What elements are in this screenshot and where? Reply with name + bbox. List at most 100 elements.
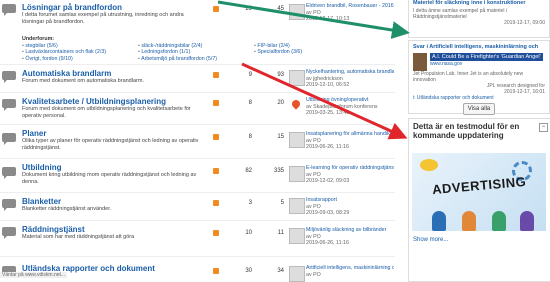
collapse-icon[interactable]: − xyxy=(539,123,548,132)
article-quote[interactable]: A.I. Could Be a Firefighter's 'Guardian … xyxy=(430,52,543,61)
forum-title[interactable]: Kvalitetsarbete / Utbildningsplanering xyxy=(22,97,166,106)
last-post-date: 2019-09-03, 08:29 xyxy=(306,210,350,216)
last-post: Miljövänlig släckning av bilbränder av P… xyxy=(306,227,394,247)
forum-row: Utbildning Dokument kring utbildning mom… xyxy=(0,160,395,193)
subforum-link[interactable]: Arbetsmiljö på brandfordon (5/7) xyxy=(138,56,248,63)
forum-bubble-icon xyxy=(2,71,16,83)
last-post-title[interactable]: Miljövänlig släckning av bilbränder xyxy=(306,227,394,234)
topics-count: 3 xyxy=(248,200,252,206)
last-post-title[interactable]: Nyckelhantering, automatiska brandlarm xyxy=(306,69,394,76)
forum-bubble-icon xyxy=(2,99,16,111)
forum-title[interactable]: Utbildning xyxy=(22,163,62,172)
last-post-thumbnail[interactable] xyxy=(289,4,305,20)
last-post-date: 2019-12-02, 09:03 xyxy=(306,178,350,184)
forum-description: Forum med dokument om automatiska brandl… xyxy=(22,78,144,84)
posts-count: 45 xyxy=(277,6,284,12)
last-post-title[interactable]: E-learning för operativ räddningstjänst xyxy=(306,165,394,172)
last-post-date: 2019-06-26, 11:16 xyxy=(306,240,349,246)
article-description: Jet Propulsion Lab. Inner Jet is an abso… xyxy=(413,70,524,83)
topics-count: 8 xyxy=(248,100,252,106)
person-figure xyxy=(462,211,476,231)
last-post-title[interactable]: Eldriven brandbil, Rosenbauer - 2016 xyxy=(306,3,394,10)
forum-title[interactable]: Blanketter xyxy=(22,197,61,206)
forum-row: Planer Olika typer av planer för operati… xyxy=(0,126,395,159)
recent-reply-title[interactable]: Svar i Artificiell intelligens, maskinin… xyxy=(413,44,545,51)
topics-count: 30 xyxy=(245,268,252,274)
person-figure xyxy=(432,211,446,231)
forum-row: Automatiska brandlarm Forum med dokument… xyxy=(0,66,395,93)
topics-count: 9 xyxy=(248,72,252,78)
status-bar: Väntar på www.vdiskm.net... xyxy=(0,272,68,278)
article-thumbnail[interactable] xyxy=(413,52,427,71)
recent-reply-forum[interactable]: i: Utländska rapporter och dokument xyxy=(413,95,545,101)
forum-bubble-icon xyxy=(2,167,16,179)
advertising-word: ADVERTISING xyxy=(431,173,527,198)
rss-icon[interactable] xyxy=(213,100,219,106)
location-pin-icon[interactable] xyxy=(290,98,302,110)
last-post-date: 2019-03-25, 13:48 xyxy=(306,110,350,116)
last-post-title[interactable]: Artificiell intelligens, maskininlärning… xyxy=(306,265,394,272)
forum-description: Olika typer av planer för operativ räddn… xyxy=(22,138,199,151)
forum-title[interactable]: Lösningar på brandfordon xyxy=(22,3,122,12)
rss-icon[interactable] xyxy=(213,230,219,236)
last-post: Utbildning övning/operativt av Skadeplat… xyxy=(306,97,394,117)
advertising-image[interactable]: ADVERTISING xyxy=(412,153,546,231)
last-post-date: 2019-12-17, 10:13 xyxy=(306,16,350,22)
topics-count: 8 xyxy=(248,134,252,140)
test-module-box: Detta är en testmodul för en kommande up… xyxy=(408,118,550,282)
posts-count: 15 xyxy=(277,134,284,140)
forum-title[interactable]: Planer xyxy=(22,129,46,138)
rss-icon[interactable] xyxy=(213,134,219,140)
posts-count: 5 xyxy=(280,200,284,206)
last-post: Insatsplanering för allmänna handikappad… xyxy=(306,131,394,151)
posts-count: 335 xyxy=(273,168,284,174)
person-figure xyxy=(520,211,534,231)
rss-icon[interactable] xyxy=(213,268,219,274)
subforum-link[interactable]: Specialfordon (3/6) xyxy=(254,49,344,56)
posts-count: 20 xyxy=(277,100,284,106)
right-sidebar: Materiel för släckning inne i konstrukti… xyxy=(408,0,550,282)
show-all-button[interactable]: Visa alla xyxy=(462,102,496,115)
recent-item-date: 2019-12-17, 09:00 xyxy=(504,19,545,26)
last-post-thumbnail[interactable] xyxy=(289,132,305,148)
rss-icon[interactable] xyxy=(213,72,219,78)
forum-description: Blanketter räddningstjänst använder. xyxy=(22,206,112,212)
forum-row: Blanketter Blanketter räddningstjänst an… xyxy=(0,194,395,221)
subforum-list: Underforum: stegbilar (5/6) släck-/räddn… xyxy=(22,36,302,63)
recent-item-title[interactable]: Materiel för släckning inne i konstrukti… xyxy=(413,0,545,7)
recent-item-description: I detta ämne samlas exempel på materiel … xyxy=(413,7,507,20)
posts-count: 34 xyxy=(277,268,284,274)
topics-count: 82 xyxy=(245,168,252,174)
last-post: Artificiell intelligens, maskininlärning… xyxy=(306,265,394,278)
recent-reply: Svar i Artificiell intelligens, maskinin… xyxy=(408,40,550,115)
forum-row: Lösningar på brandfordon I detta forumet… xyxy=(0,0,395,65)
forum-bubble-icon xyxy=(2,227,16,239)
forum-title[interactable]: Räddningstjänst xyxy=(22,225,85,234)
last-post-date: 2019-12-10, 06:52 xyxy=(306,82,350,88)
last-post-thumbnail[interactable] xyxy=(289,198,305,214)
article-link[interactable]: www.nasa.gov xyxy=(430,61,543,67)
forum-bubble-icon xyxy=(2,133,16,145)
posts-count: 93 xyxy=(277,72,284,78)
last-post-thumbnail[interactable] xyxy=(289,228,305,244)
last-post: Nyckelhantering, automatiska brandlarm a… xyxy=(306,69,394,89)
last-post: Insatsrapport av PO 2019-09-03, 08:29 xyxy=(306,197,394,217)
forum-description: Dokument kring utbildning mom operativ r… xyxy=(22,172,197,185)
forum-bubble-icon xyxy=(2,199,16,211)
last-post-title[interactable]: Insatsplanering för allmänna handikappad… xyxy=(306,131,394,138)
topics-count: 29 xyxy=(245,6,252,12)
topics-count: 10 xyxy=(245,230,252,236)
rss-icon[interactable] xyxy=(213,200,219,206)
last-post-thumbnail[interactable] xyxy=(289,70,305,86)
posts-count: 11 xyxy=(277,230,284,236)
last-post-date: 2019-06-26, 11:16 xyxy=(306,144,349,150)
forum-title[interactable]: Automatiska brandlarm xyxy=(22,69,111,78)
show-more-link[interactable]: Show more... xyxy=(413,237,448,243)
last-post-author[interactable]: av PO xyxy=(306,272,394,279)
rss-icon[interactable] xyxy=(213,6,219,12)
last-post-thumbnail[interactable] xyxy=(289,166,305,182)
subforum-link[interactable]: Övrigt, fordon (9/10) xyxy=(22,56,132,63)
forum-row: Räddningstjänst Material som har med räd… xyxy=(0,222,395,257)
rss-icon[interactable] xyxy=(213,168,219,174)
module-heading: Detta är en testmodul för en kommande up… xyxy=(413,122,520,140)
